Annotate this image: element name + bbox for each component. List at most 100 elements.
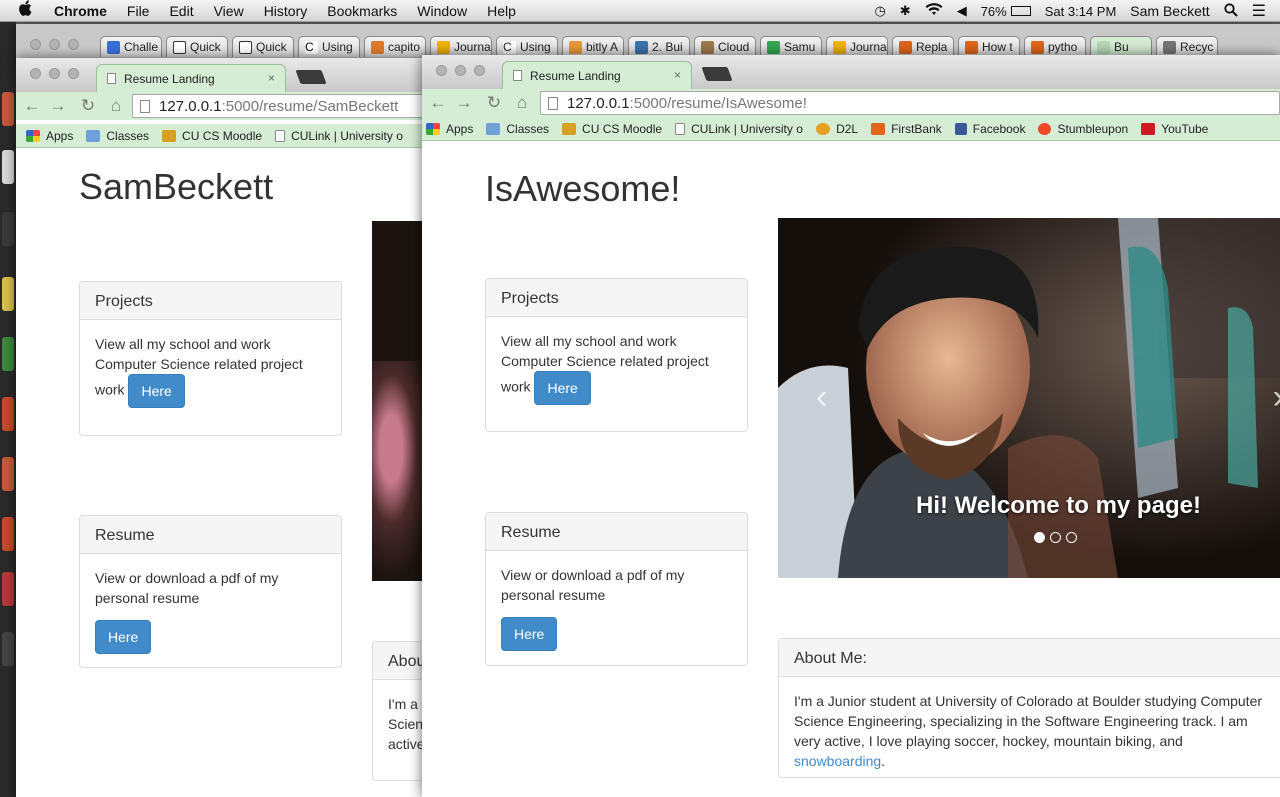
close-window-button[interactable] xyxy=(30,39,41,50)
dock-app-icon[interactable] xyxy=(2,92,14,126)
wifi-icon[interactable] xyxy=(925,3,943,19)
menu-view[interactable]: View xyxy=(214,3,244,19)
back-arrow-icon[interactable]: ← xyxy=(428,93,448,113)
dock-app-icon[interactable] xyxy=(2,212,14,246)
menu-help[interactable]: Help xyxy=(487,3,516,19)
close-window-button[interactable] xyxy=(436,65,447,76)
carousel-next-arrow[interactable]: › xyxy=(1273,378,1280,417)
browser-tab[interactable]: Cloud xyxy=(694,36,756,57)
close-tab-icon[interactable]: × xyxy=(674,68,681,82)
dock-app-icon[interactable] xyxy=(2,397,14,431)
projects-here-button[interactable]: Here xyxy=(534,371,591,405)
battery-percent[interactable]: 76% xyxy=(981,4,1007,19)
projects-here-button[interactable]: Here xyxy=(128,374,185,408)
carousel-dot[interactable] xyxy=(1066,532,1077,543)
dock-app-icon[interactable] xyxy=(2,150,14,184)
app-menu-chrome[interactable]: Chrome xyxy=(54,3,107,19)
browser-tab[interactable]: pytho xyxy=(1024,36,1086,57)
browser-tab[interactable]: Quick xyxy=(232,36,294,57)
battery-icon[interactable] xyxy=(1010,6,1031,16)
browser-tab[interactable]: Samu xyxy=(760,36,822,57)
bookmark-youtube[interactable]: YouTube xyxy=(1141,122,1208,136)
moodle-icon xyxy=(162,129,177,142)
bookmark-classes[interactable]: Classes xyxy=(486,122,549,136)
dock-app-icon[interactable] xyxy=(2,632,14,666)
browser-tab[interactable]: Recyc xyxy=(1156,36,1218,57)
zoom-window-button[interactable] xyxy=(474,65,485,76)
bookmark-stumbleupon[interactable]: Stumbleupon xyxy=(1038,122,1128,136)
minimize-window-button[interactable] xyxy=(49,68,60,79)
menu-window[interactable]: Window xyxy=(417,3,467,19)
user-menu[interactable]: Sam Beckett xyxy=(1130,3,1209,19)
browser-tab[interactable]: Quick xyxy=(166,36,228,57)
browser-tab[interactable]: Journa xyxy=(430,36,492,57)
resume-here-button[interactable]: Here xyxy=(95,620,152,654)
reload-icon[interactable]: ↻ xyxy=(484,93,504,113)
browser-tab[interactable]: C Using xyxy=(298,36,360,57)
back-arrow-icon[interactable]: ← xyxy=(22,96,42,116)
home-icon[interactable]: ⌂ xyxy=(106,96,126,116)
bookmark-classes[interactable]: Classes xyxy=(86,129,149,143)
bookmark-facebook[interactable]: Facebook xyxy=(954,122,1025,136)
forward-arrow-icon[interactable]: → xyxy=(48,96,68,116)
close-tab-icon[interactable]: × xyxy=(268,71,275,85)
browser-tab[interactable]: 2. Bui xyxy=(628,36,690,57)
browser-tab[interactable]: How t xyxy=(958,36,1020,57)
menu-bookmarks[interactable]: Bookmarks xyxy=(327,3,397,19)
browser-tab[interactable]: Challe xyxy=(100,36,162,57)
bookmark-d2l[interactable]: D2L xyxy=(816,122,858,136)
dock-app-icon[interactable] xyxy=(2,517,14,551)
carousel-dot[interactable] xyxy=(1050,532,1061,543)
minimize-window-button[interactable] xyxy=(49,39,60,50)
browser-tab[interactable]: Journa xyxy=(826,36,888,57)
dock-app-icon[interactable] xyxy=(2,457,14,491)
bookmark-firstbank[interactable]: FirstBank xyxy=(871,122,942,136)
menu-clock[interactable]: Sat 3:14 PM xyxy=(1045,4,1117,19)
browser-tab[interactable]: Repla xyxy=(892,36,954,57)
reload-icon[interactable]: ↻ xyxy=(78,96,98,116)
dock-app-icon[interactable] xyxy=(2,337,14,371)
notification-center-icon[interactable]: ☰ xyxy=(1252,1,1266,21)
tab-favicon: C xyxy=(503,40,516,54)
page-icon xyxy=(275,129,286,142)
zoom-window-button[interactable] xyxy=(68,68,79,79)
dock-app-icon[interactable] xyxy=(2,572,14,606)
bookmark-apps[interactable]: Apps xyxy=(26,129,73,143)
menu-file[interactable]: File xyxy=(127,3,150,19)
panel-body: View all my school and work Computer Sci… xyxy=(80,320,341,422)
bookmark-cu-cs-moodle[interactable]: CU CS Moodle xyxy=(562,122,662,136)
close-window-button[interactable] xyxy=(30,68,41,79)
time-machine-icon[interactable]: ◷ xyxy=(874,3,885,19)
tab-resume-landing[interactable]: Resume Landing × xyxy=(502,61,692,89)
snowboarding-link[interactable]: snowboarding xyxy=(794,753,881,769)
menu-history[interactable]: History xyxy=(264,3,308,19)
page-title: SamBeckett xyxy=(79,166,274,207)
new-tab-button[interactable] xyxy=(295,70,327,84)
bookmark-apps[interactable]: Apps xyxy=(426,122,473,136)
resume-here-button[interactable]: Here xyxy=(501,617,558,651)
carousel-dot-active[interactable] xyxy=(1034,532,1045,543)
bookmark-culink[interactable]: CULink | University o xyxy=(275,129,403,143)
panel-body: I'm a Junior student at University of Co… xyxy=(794,693,1263,769)
bookmark-cu-cs-moodle[interactable]: CU CS Moodle xyxy=(162,129,262,143)
dock-app-icon[interactable] xyxy=(2,277,14,311)
apple-menu-icon[interactable] xyxy=(18,0,38,21)
bluetooth-icon[interactable]: ✱ xyxy=(900,3,911,19)
browser-tab-active[interactable]: Bu xyxy=(1090,36,1152,57)
browser-tab[interactable]: bitly A xyxy=(562,36,624,57)
tab-resume-landing[interactable]: Resume Landing × xyxy=(96,64,286,92)
home-icon[interactable]: ⌂ xyxy=(512,93,532,113)
new-tab-button[interactable] xyxy=(701,67,733,81)
volume-icon[interactable]: ◀ xyxy=(957,3,967,19)
browser-tab[interactable]: capito xyxy=(364,36,426,57)
forward-arrow-icon[interactable]: → xyxy=(454,93,474,113)
bookmark-culink[interactable]: CULink | University o xyxy=(675,122,803,136)
minimize-window-button[interactable] xyxy=(455,65,466,76)
address-bar[interactable]: 127.0.0.1:5000/resume/IsAwesome! xyxy=(540,91,1280,115)
address-bar[interactable]: 127.0.0.1:5000/resume/SamBeckett xyxy=(132,94,432,118)
menu-edit[interactable]: Edit xyxy=(169,3,193,19)
carousel-prev-arrow[interactable]: ‹ xyxy=(816,378,827,417)
zoom-window-button[interactable] xyxy=(68,39,79,50)
spotlight-search-icon[interactable] xyxy=(1224,2,1238,20)
browser-tab[interactable]: C Using xyxy=(496,36,558,57)
